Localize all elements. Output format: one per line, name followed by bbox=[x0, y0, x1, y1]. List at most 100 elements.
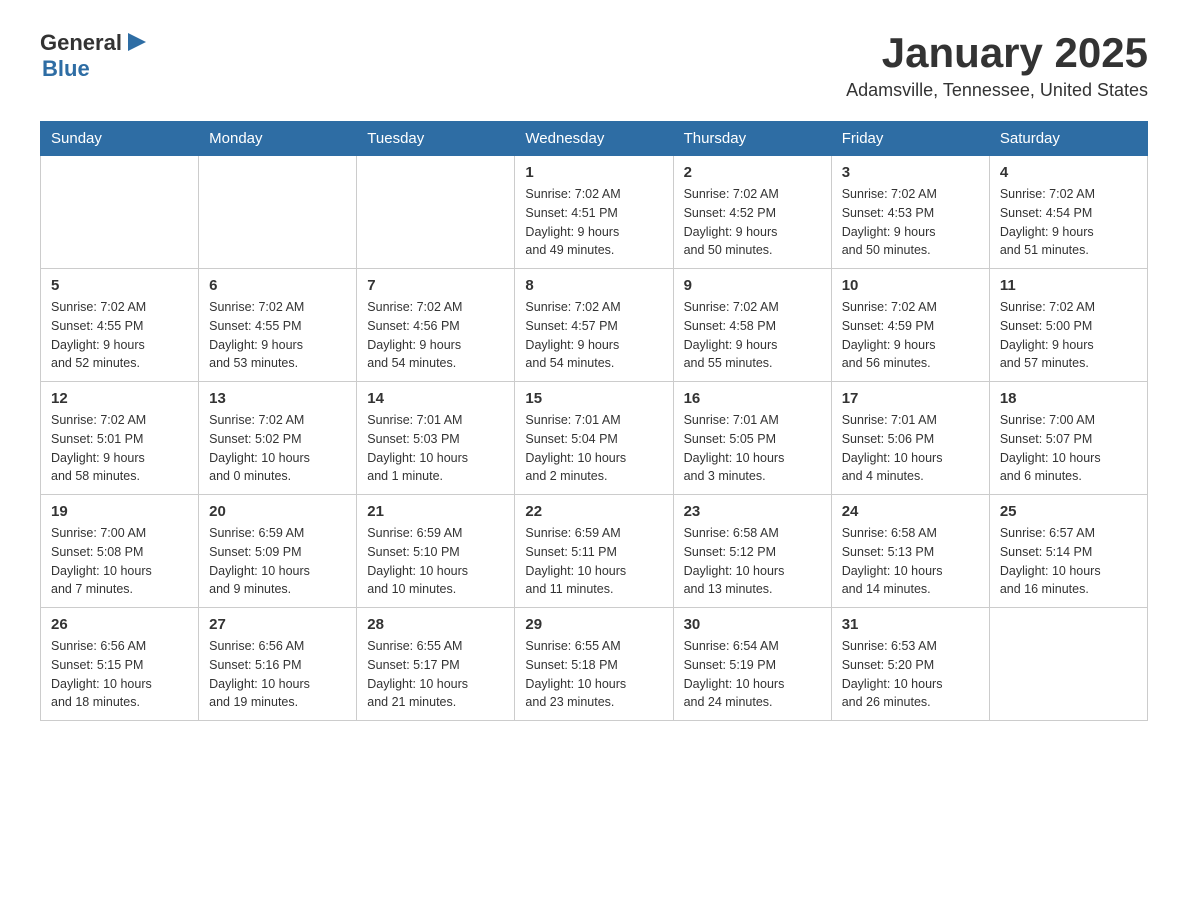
day-number: 10 bbox=[842, 277, 979, 294]
calendar-cell: 12 Sunrise: 7:02 AM Sunset: 5:01 PM Dayli… bbox=[41, 382, 199, 495]
calendar-cell: 31 Sunrise: 6:53 AM Sunset: 5:20 PM Dayli… bbox=[831, 608, 989, 721]
day-number: 25 bbox=[1000, 503, 1137, 520]
day-info: Sunrise: 7:01 AM Sunset: 5:06 PM Dayligh… bbox=[842, 411, 979, 486]
calendar-cell bbox=[41, 156, 199, 269]
day-number: 18 bbox=[1000, 390, 1137, 407]
calendar-week-row: 19Sunrise: 7:00 AM Sunset: 5:08 PM Dayli… bbox=[41, 495, 1148, 608]
calendar-cell: 17 Sunrise: 7:01 AM Sunset: 5:06 PM Dayli… bbox=[831, 382, 989, 495]
day-number: 12 bbox=[51, 390, 188, 407]
day-number: 17 bbox=[842, 390, 979, 407]
day-info: Sunrise: 7:02 AM Sunset: 4:51 PM Dayligh… bbox=[525, 185, 662, 260]
day-info: Sunrise: 7:01 AM Sunset: 5:05 PM Dayligh… bbox=[684, 411, 821, 486]
calendar-cell: 30Sunrise: 6:54 AM Sunset: 5:19 PM Dayli… bbox=[673, 608, 831, 721]
calendar-cell: 26 Sunrise: 6:56 AM Sunset: 5:15 PM Dayli… bbox=[41, 608, 199, 721]
day-number: 26 bbox=[51, 616, 188, 633]
calendar-cell: 13 Sunrise: 7:02 AM Sunset: 5:02 PM Dayli… bbox=[199, 382, 357, 495]
day-number: 6 bbox=[209, 277, 346, 294]
day-of-week-header: Monday bbox=[199, 122, 357, 156]
day-number: 4 bbox=[1000, 164, 1137, 181]
calendar-cell: 7 Sunrise: 7:02 AM Sunset: 4:56 PM Daylig… bbox=[357, 269, 515, 382]
logo-general-text: General bbox=[40, 30, 122, 56]
day-number: 29 bbox=[525, 616, 662, 633]
day-info: Sunrise: 6:58 AM Sunset: 5:13 PM Dayligh… bbox=[842, 524, 979, 599]
day-number: 15 bbox=[525, 390, 662, 407]
day-info: Sunrise: 7:01 AM Sunset: 5:03 PM Dayligh… bbox=[367, 411, 504, 486]
day-info: Sunrise: 7:02 AM Sunset: 5:01 PM Dayligh… bbox=[51, 411, 188, 486]
calendar-cell: 1 Sunrise: 7:02 AM Sunset: 4:51 PM Daylig… bbox=[515, 156, 673, 269]
calendar-cell: 16 Sunrise: 7:01 AM Sunset: 5:05 PM Dayli… bbox=[673, 382, 831, 495]
day-info: Sunrise: 6:58 AM Sunset: 5:12 PM Dayligh… bbox=[684, 524, 821, 599]
day-number: 28 bbox=[367, 616, 504, 633]
calendar-cell: 3 Sunrise: 7:02 AM Sunset: 4:53 PM Daylig… bbox=[831, 156, 989, 269]
day-info: Sunrise: 7:02 AM Sunset: 4:59 PM Dayligh… bbox=[842, 298, 979, 373]
day-number: 13 bbox=[209, 390, 346, 407]
calendar-cell: 9 Sunrise: 7:02 AM Sunset: 4:58 PM Daylig… bbox=[673, 269, 831, 382]
calendar-cell: 8 Sunrise: 7:02 AM Sunset: 4:57 PM Daylig… bbox=[515, 269, 673, 382]
day-info: Sunrise: 7:02 AM Sunset: 4:57 PM Dayligh… bbox=[525, 298, 662, 373]
day-info: Sunrise: 6:54 AM Sunset: 5:19 PM Dayligh… bbox=[684, 637, 821, 712]
day-info: Sunrise: 6:56 AM Sunset: 5:16 PM Dayligh… bbox=[209, 637, 346, 712]
day-info: Sunrise: 7:02 AM Sunset: 5:02 PM Dayligh… bbox=[209, 411, 346, 486]
day-number: 16 bbox=[684, 390, 821, 407]
calendar-body: 1 Sunrise: 7:02 AM Sunset: 4:51 PM Daylig… bbox=[41, 156, 1148, 721]
calendar-cell bbox=[989, 608, 1147, 721]
day-number: 8 bbox=[525, 277, 662, 294]
calendar-cell: 14Sunrise: 7:01 AM Sunset: 5:03 PM Dayli… bbox=[357, 382, 515, 495]
day-info: Sunrise: 6:55 AM Sunset: 5:17 PM Dayligh… bbox=[367, 637, 504, 712]
day-info: Sunrise: 6:59 AM Sunset: 5:10 PM Dayligh… bbox=[367, 524, 504, 599]
day-number: 22 bbox=[525, 503, 662, 520]
day-info: Sunrise: 7:00 AM Sunset: 5:07 PM Dayligh… bbox=[1000, 411, 1137, 486]
day-number: 11 bbox=[1000, 277, 1137, 294]
calendar-week-row: 1 Sunrise: 7:02 AM Sunset: 4:51 PM Daylig… bbox=[41, 156, 1148, 269]
calendar-week-row: 26 Sunrise: 6:56 AM Sunset: 5:15 PM Dayli… bbox=[41, 608, 1148, 721]
calendar-cell: 6 Sunrise: 7:02 AM Sunset: 4:55 PM Daylig… bbox=[199, 269, 357, 382]
day-info: Sunrise: 7:02 AM Sunset: 4:55 PM Dayligh… bbox=[209, 298, 346, 373]
day-of-week-header: Sunday bbox=[41, 122, 199, 156]
calendar-cell: 20 Sunrise: 6:59 AM Sunset: 5:09 PM Dayli… bbox=[199, 495, 357, 608]
days-of-week-row: SundayMondayTuesdayWednesdayThursdayFrid… bbox=[41, 122, 1148, 156]
day-info: Sunrise: 7:02 AM Sunset: 4:56 PM Dayligh… bbox=[367, 298, 504, 373]
logo-arrow-icon bbox=[124, 29, 150, 55]
day-info: Sunrise: 6:59 AM Sunset: 5:11 PM Dayligh… bbox=[525, 524, 662, 599]
calendar-cell bbox=[357, 156, 515, 269]
day-number: 3 bbox=[842, 164, 979, 181]
day-info: Sunrise: 7:01 AM Sunset: 5:04 PM Dayligh… bbox=[525, 411, 662, 486]
calendar-cell: 5 Sunrise: 7:02 AM Sunset: 4:55 PM Daylig… bbox=[41, 269, 199, 382]
calendar-cell: 23 Sunrise: 6:58 AM Sunset: 5:12 PM Dayli… bbox=[673, 495, 831, 608]
page-header: General Blue January 2025 Adamsville, Te… bbox=[40, 30, 1148, 101]
day-number: 20 bbox=[209, 503, 346, 520]
day-info: Sunrise: 7:02 AM Sunset: 4:53 PM Dayligh… bbox=[842, 185, 979, 260]
calendar-cell: 19Sunrise: 7:00 AM Sunset: 5:08 PM Dayli… bbox=[41, 495, 199, 608]
day-of-week-header: Saturday bbox=[989, 122, 1147, 156]
day-info: Sunrise: 6:53 AM Sunset: 5:20 PM Dayligh… bbox=[842, 637, 979, 712]
calendar-cell: 22 Sunrise: 6:59 AM Sunset: 5:11 PM Dayli… bbox=[515, 495, 673, 608]
day-number: 23 bbox=[684, 503, 821, 520]
day-info: Sunrise: 7:02 AM Sunset: 4:55 PM Dayligh… bbox=[51, 298, 188, 373]
calendar-cell: 15 Sunrise: 7:01 AM Sunset: 5:04 PM Dayli… bbox=[515, 382, 673, 495]
calendar-cell: 29 Sunrise: 6:55 AM Sunset: 5:18 PM Dayli… bbox=[515, 608, 673, 721]
logo: General Blue bbox=[40, 30, 150, 82]
day-info: Sunrise: 6:59 AM Sunset: 5:09 PM Dayligh… bbox=[209, 524, 346, 599]
location-label: Adamsville, Tennessee, United States bbox=[846, 80, 1148, 101]
day-info: Sunrise: 6:56 AM Sunset: 5:15 PM Dayligh… bbox=[51, 637, 188, 712]
day-info: Sunrise: 7:02 AM Sunset: 4:58 PM Dayligh… bbox=[684, 298, 821, 373]
day-number: 9 bbox=[684, 277, 821, 294]
calendar-cell: 18 Sunrise: 7:00 AM Sunset: 5:07 PM Dayli… bbox=[989, 382, 1147, 495]
calendar-cell: 24 Sunrise: 6:58 AM Sunset: 5:13 PM Dayli… bbox=[831, 495, 989, 608]
day-info: Sunrise: 6:57 AM Sunset: 5:14 PM Dayligh… bbox=[1000, 524, 1137, 599]
day-info: Sunrise: 7:02 AM Sunset: 4:52 PM Dayligh… bbox=[684, 185, 821, 260]
day-number: 5 bbox=[51, 277, 188, 294]
day-of-week-header: Friday bbox=[831, 122, 989, 156]
day-of-week-header: Thursday bbox=[673, 122, 831, 156]
day-info: Sunrise: 6:55 AM Sunset: 5:18 PM Dayligh… bbox=[525, 637, 662, 712]
month-title: January 2025 bbox=[846, 30, 1148, 76]
calendar-week-row: 5 Sunrise: 7:02 AM Sunset: 4:55 PM Daylig… bbox=[41, 269, 1148, 382]
day-number: 31 bbox=[842, 616, 979, 633]
title-section: January 2025 Adamsville, Tennessee, Unit… bbox=[846, 30, 1148, 101]
calendar-cell: 2Sunrise: 7:02 AM Sunset: 4:52 PM Daylig… bbox=[673, 156, 831, 269]
day-number: 21 bbox=[367, 503, 504, 520]
calendar-table: SundayMondayTuesdayWednesdayThursdayFrid… bbox=[40, 121, 1148, 721]
day-number: 1 bbox=[525, 164, 662, 181]
day-number: 24 bbox=[842, 503, 979, 520]
day-number: 7 bbox=[367, 277, 504, 294]
